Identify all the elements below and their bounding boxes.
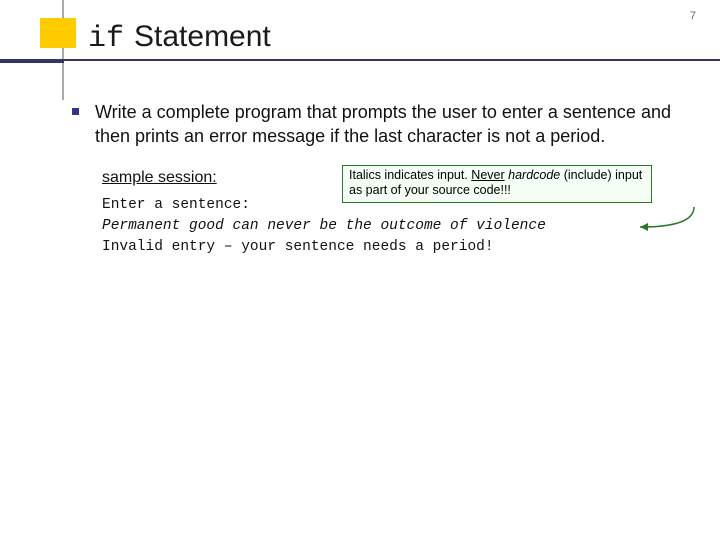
accent-block (40, 18, 76, 48)
callout-hardcode: hardcode (508, 168, 560, 182)
title-keyword: if (88, 22, 124, 56)
bullet-item: Write a complete program that prompts th… (72, 100, 690, 149)
page-number: 7 (690, 10, 696, 22)
horizontal-rule-accent (0, 59, 64, 63)
callout-never: Never (471, 168, 504, 182)
slide-title: if Statement (88, 20, 271, 56)
code-line-input: Permanent good can never be the outcome … (102, 216, 690, 237)
sample-session-block: sample session: Italics indicates input.… (102, 169, 690, 258)
vertical-rule (62, 0, 64, 100)
callout-lead: Italics indicates input. (349, 168, 471, 182)
callout-arrow (632, 207, 702, 233)
code-line-error: Invalid entry – your sentence needs a pe… (102, 237, 690, 258)
bullet-text: Write a complete program that prompts th… (95, 100, 690, 149)
bullet-marker (72, 108, 79, 115)
sample-output: Enter a sentence: Permanent good can nev… (102, 195, 690, 258)
callout-note: Italics indicates input. Never hardcode … (342, 165, 652, 203)
title-text: Statement (134, 20, 271, 54)
body-content: Write a complete program that prompts th… (72, 100, 690, 258)
horizontal-rule (0, 59, 720, 61)
